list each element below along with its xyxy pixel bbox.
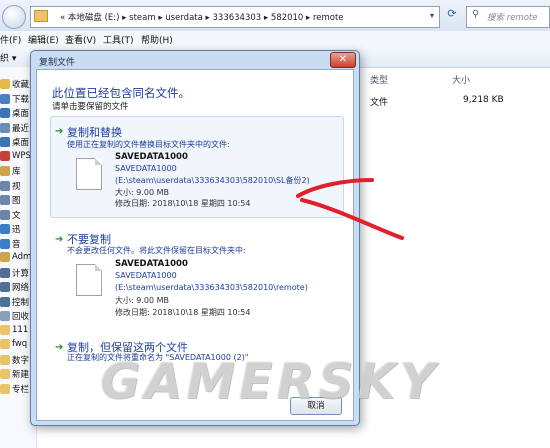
- file-name-secondary: SAVEDATA1000: [115, 164, 177, 173]
- sidebar-item-label: 文: [12, 210, 21, 221]
- sidebar-item-label: 计算: [12, 268, 30, 279]
- sidebar-item-label: 桌面: [12, 138, 30, 148]
- nav-item-icon: [0, 354, 10, 365]
- nav-item-icon: [0, 209, 10, 220]
- sidebar-item-label: 下载: [12, 94, 30, 105]
- file-type-cell: 文件: [370, 98, 389, 108]
- dialog-heading: 此位置已经包含同名文件。: [52, 86, 190, 100]
- sidebar-item-label: 专栏: [12, 384, 30, 395]
- search-icon: ⚲: [472, 9, 480, 20]
- file-name-secondary: SAVEDATA1000: [115, 271, 177, 280]
- arrow-right-icon: ➔: [55, 126, 64, 137]
- menu-help[interactable]: 帮助(H): [141, 33, 173, 46]
- nav-item-icon: [0, 238, 10, 249]
- nav-item-icon: [0, 166, 10, 176]
- folder-icon: [34, 10, 48, 22]
- file-path: (E:\steam\userdata\333634303\582010\remo…: [115, 283, 308, 292]
- search-placeholder: 搜索 remote: [487, 13, 538, 23]
- close-icon[interactable]: ✕: [330, 52, 356, 68]
- back-button[interactable]: [2, 5, 26, 29]
- nav-item-icon: [0, 137, 10, 147]
- sidebar-item-label: 迅: [12, 225, 21, 235]
- menu-edit[interactable]: 编辑(E): [28, 33, 59, 46]
- sidebar-item-label: 音: [12, 239, 21, 250]
- address-path[interactable]: « 本地磁盘 (E:) ▸ steam ▸ userdata ▸ 3336343…: [60, 11, 344, 23]
- menu-tools[interactable]: 工具(T): [103, 33, 134, 46]
- nav-item-icon: [0, 282, 10, 292]
- file-icon: [76, 264, 102, 296]
- column-header-size[interactable]: 大小: [452, 73, 470, 86]
- dialog-title: 复制文件: [39, 58, 76, 68]
- file-icon: [76, 158, 102, 190]
- nav-item-icon: [0, 122, 10, 133]
- sidebar-item-label: 图: [12, 196, 21, 206]
- nav-item-icon: [0, 180, 10, 191]
- sidebar-item-label: 视: [12, 181, 21, 192]
- nav-item-icon: [0, 108, 10, 118]
- column-header-type[interactable]: 类型: [370, 73, 388, 86]
- sidebar-item-label: 111: [12, 324, 29, 335]
- sidebar-item-label: 库: [12, 167, 21, 177]
- file-modified: 修改日期: 2018\10\18 星期四 10:54: [115, 308, 251, 317]
- nav-item-icon: [0, 383, 10, 394]
- file-size: 大小: 9.00 MB: [115, 188, 169, 197]
- nav-item-icon: [0, 339, 10, 349]
- sidebar-item-label: 控制: [12, 297, 30, 308]
- sidebar-item-label: 数字: [12, 355, 30, 366]
- watermark: GAMERSKY: [100, 353, 439, 410]
- sidebar-item-label: WPS: [12, 150, 31, 161]
- sidebar-item-label: fwq: [12, 339, 28, 349]
- file-size-cell: 9,218 KB: [463, 95, 504, 105]
- sidebar-item-label: 最近: [12, 123, 30, 134]
- option-description: 不会更改任何文件。将此文件保留在目标文件夹中:: [67, 246, 246, 255]
- nav-item-icon: [0, 311, 10, 321]
- arrow-right-icon: ➔: [55, 342, 64, 353]
- menu-view[interactable]: 查看(V): [65, 33, 96, 46]
- nav-item-icon: [0, 252, 10, 262]
- nav-item-icon: [0, 296, 10, 307]
- dialog-subheading: 请单击要保留的文件: [52, 102, 129, 112]
- nav-item-icon: [0, 224, 10, 234]
- sidebar-item-label: 桌面: [12, 109, 30, 119]
- refresh-icon[interactable]: ⟳: [444, 7, 460, 24]
- file-name: SAVEDATA1000: [115, 259, 188, 269]
- file-size: 大小: 9.00 MB: [115, 296, 169, 305]
- organize-button[interactable]: 织 ▾: [0, 51, 16, 64]
- nav-item-icon: [0, 79, 10, 89]
- menu-file[interactable]: 件(F): [0, 33, 21, 46]
- file-path: (E:\steam\userdata\333634303\582010\SL备份…: [115, 176, 310, 185]
- file-modified: 修改日期: 2018\10\18 星期四 10:54: [115, 199, 251, 208]
- sidebar-item-label: Adm: [12, 252, 32, 262]
- chevron-down-icon[interactable]: ▾: [430, 11, 434, 20]
- arrow-right-icon: ➔: [55, 234, 64, 245]
- nav-item-icon: [0, 324, 10, 335]
- nav-item-icon: [0, 150, 10, 161]
- sidebar-item-label: 回收: [12, 312, 30, 322]
- nav-item-icon: [0, 267, 10, 278]
- file-name: SAVEDATA1000: [115, 152, 188, 162]
- nav-item-icon: [0, 93, 10, 104]
- nav-item-icon: [0, 195, 10, 205]
- sidebar-item-label: 新建: [12, 370, 30, 380]
- option-title[interactable]: 复制和替换: [67, 124, 122, 140]
- sidebar-item-label: 网络: [12, 283, 30, 293]
- nav-item-icon: [0, 369, 10, 379]
- option-description: 使用正在复制的文件替换目标文件夹中的文件:: [67, 140, 230, 149]
